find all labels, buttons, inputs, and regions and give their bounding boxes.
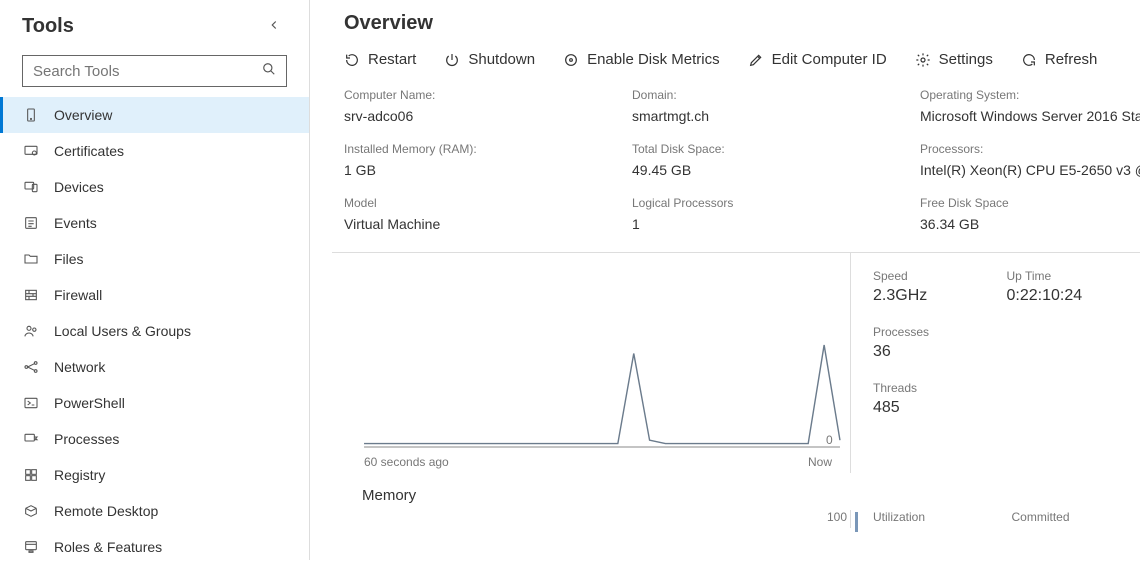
sidebar-item-label: Processes [54,431,119,447]
sidebar-item-processes[interactable]: Processes [0,421,309,457]
overview-icon [22,106,40,124]
info-os: Operating System:Microsoft Windows Serve… [920,88,1140,124]
chevron-left-icon [267,16,281,36]
info-grid: Computer Name:srv-adco06 Domain:smartmgt… [310,80,1140,252]
stat-processes: Processes36 [873,325,997,361]
refresh-icon [1021,52,1037,68]
restart-button[interactable]: Restart [344,51,416,68]
sidebar-item-label: Firewall [54,287,102,303]
restart-icon [344,52,360,68]
info-ram: Installed Memory (RAM):1 GB [344,142,624,178]
info-logical-processors: Logical Processors1 [632,196,912,232]
sidebar-item-label: Network [54,359,105,375]
search-tools-box[interactable] [22,55,287,87]
refresh-button[interactable]: Refresh [1021,51,1098,68]
events-icon [22,214,40,232]
roles-icon [22,538,40,556]
shutdown-button[interactable]: Shutdown [444,51,535,68]
memory-y-max: 100 [827,510,847,524]
gear-icon [915,52,931,68]
sidebar-item-powershell[interactable]: PowerShell [0,385,309,421]
users-icon [22,322,40,340]
remote-desktop-icon [22,502,40,520]
info-disk-total: Total Disk Space:49.45 GB [632,142,912,178]
info-domain: Domain:smartmgt.ch [632,88,912,124]
settings-button[interactable]: Settings [915,51,993,68]
sidebar-item-label: Devices [54,179,104,195]
info-disk-free: Free Disk Space36.34 GB [920,196,1140,232]
memory-section: Memory 100 Utilization Committed [310,473,1140,528]
sidebar-item-events[interactable]: Events [0,205,309,241]
memory-title: Memory [362,487,1140,504]
sidebar-item-local-users[interactable]: Local Users & Groups [0,313,309,349]
sidebar-item-registry[interactable]: Registry [0,457,309,493]
sidebar-item-label: Overview [54,107,112,123]
cpu-x-end-label: Now [808,455,832,469]
sidebar-item-label: Roles & Features [54,539,162,555]
tools-sidebar: Tools Overview Certificates [0,0,310,560]
main-panel: Overview Restart Shutdown Enable Disk Me… [310,0,1140,560]
action-bar: Restart Shutdown Enable Disk Metrics Edi… [310,45,1140,80]
page-title: Overview [310,0,1140,45]
collapse-sidebar-button[interactable] [261,12,287,41]
sidebar-title: Tools [22,15,74,38]
certificate-icon [22,142,40,160]
registry-icon [22,466,40,484]
sidebar-item-label: Registry [54,467,105,483]
info-computer-name: Computer Name:srv-adco06 [344,88,624,124]
info-model: ModelVirtual Machine [344,196,624,232]
sidebar-item-label: Remote Desktop [54,503,158,519]
sidebar-item-label: PowerShell [54,395,125,411]
network-icon [22,358,40,376]
sidebar-item-certificates[interactable]: Certificates [0,133,309,169]
sidebar-item-label: Events [54,215,97,231]
cpu-metrics-panel: 0 60 seconds ago Now Speed2.3GHz Up Time… [332,252,1140,473]
sidebar-item-label: Certificates [54,143,124,159]
tool-list: Overview Certificates Devices Events Fil… [0,97,309,565]
sidebar-item-label: Local Users & Groups [54,323,191,339]
sidebar-item-overview[interactable]: Overview [0,97,309,133]
devices-icon [22,178,40,196]
memory-side-stats: 100 Utilization Committed [850,510,1140,528]
powershell-icon [22,394,40,412]
sidebar-item-network[interactable]: Network [0,349,309,385]
sidebar-item-devices[interactable]: Devices [0,169,309,205]
cpu-side-stats: Speed2.3GHz Up Time0:22:10:24 Processes3… [850,253,1140,473]
search-input[interactable] [33,63,262,80]
disk-icon [563,52,579,68]
cpu-x-start-label: 60 seconds ago [364,455,449,469]
enable-disk-metrics-button[interactable]: Enable Disk Metrics [563,51,720,68]
processes-icon [22,430,40,448]
sidebar-item-firewall[interactable]: Firewall [0,277,309,313]
power-icon [444,52,460,68]
info-processors: Processors:Intel(R) Xeon(R) CPU E5-2650 … [920,142,1140,178]
edit-icon [748,52,764,68]
stat-threads: Threads485 [873,381,997,417]
stat-speed: Speed2.3GHz [873,269,997,305]
memory-chart [362,510,850,528]
cpu-y-min-label: 0 [826,433,856,447]
sidebar-item-remote-desktop[interactable]: Remote Desktop [0,493,309,529]
edit-computer-id-button[interactable]: Edit Computer ID [748,51,887,68]
stat-uptime: Up Time0:22:10:24 [1007,269,1131,305]
sidebar-item-files[interactable]: Files [0,241,309,277]
firewall-icon [22,286,40,304]
sidebar-item-label: Files [54,251,84,267]
search-icon [262,62,276,80]
files-icon [22,250,40,268]
cpu-chart: 0 60 seconds ago Now [332,253,850,473]
